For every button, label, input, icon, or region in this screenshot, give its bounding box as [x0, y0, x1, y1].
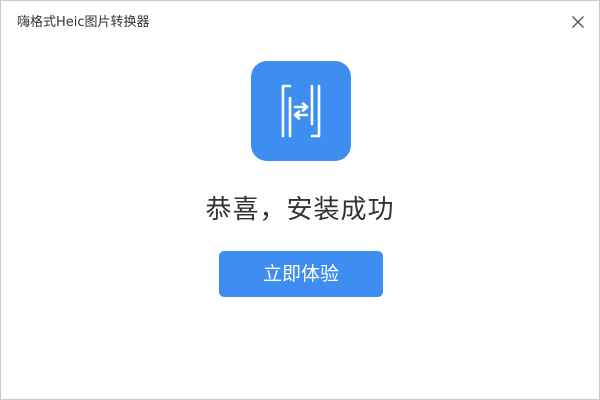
installer-window: 嗨格式Heic图片转换器 恭喜，安装成功 立即体验 — [0, 0, 600, 400]
close-icon — [572, 16, 584, 28]
app-logo — [251, 61, 351, 161]
close-button[interactable] — [569, 13, 587, 31]
heic-converter-logo-icon — [281, 84, 321, 138]
start-using-button[interactable]: 立即体验 — [219, 251, 383, 297]
window-title: 嗨格式Heic图片转换器 — [17, 15, 150, 30]
title-bar: 嗨格式Heic图片转换器 — [1, 1, 599, 45]
install-success-message: 恭喜，安装成功 — [205, 195, 395, 225]
